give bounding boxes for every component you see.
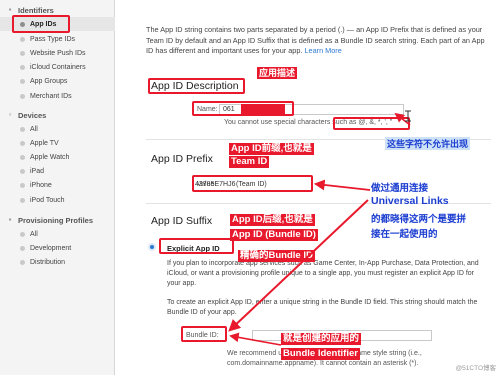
sidebar-item-label: Apple TV (30, 139, 59, 147)
sidebar-item-label: Website Push IDs (30, 49, 86, 57)
annotation-bundle-2: Bundle Identifier (281, 348, 360, 360)
bullet-icon (20, 36, 25, 42)
bundle-id-highlight (181, 326, 227, 342)
annotation-precise: 精确的Bundle ID (238, 250, 315, 262)
section-label: Provisioning Profiles (18, 215, 94, 225)
sidebar-item-label: Apple Watch (30, 153, 70, 161)
sidebar-item-label: iPad (30, 167, 45, 175)
sidebar: ▪ Identifiers App IDs Pass Type IDs Webs… (0, 0, 115, 375)
sidebar-item-development[interactable]: Development (0, 241, 115, 255)
suffix-title: App ID Suffix (151, 215, 213, 227)
bullet-icon (20, 126, 25, 132)
bullet-icon (20, 50, 25, 56)
document-icon: ▪ (8, 215, 12, 224)
sidebar-item-pass-type-ids[interactable]: Pass Type IDs (0, 32, 115, 46)
bullet-icon (20, 168, 25, 174)
annotation-bundle-1: 就是创建的应用的 (281, 333, 362, 345)
sidebar-item-label: iPhone (30, 181, 52, 189)
annotation-prefix-1: App ID前缀,也就是 (229, 143, 314, 155)
profiles-section-header: ▪ Provisioning Profiles (0, 213, 115, 227)
bullet-icon (20, 245, 25, 251)
sidebar-item-ipod-touch[interactable]: iPod Touch (0, 193, 115, 207)
sidebar-item-label: Development (30, 244, 72, 252)
sidebar-item-label: All (30, 230, 38, 238)
app-ids-highlight (12, 15, 70, 33)
sidebar-item-label: Pass Type IDs (30, 35, 76, 43)
special-chars-highlight (333, 117, 410, 130)
id-card-icon: ▪ (8, 5, 12, 14)
bullet-icon (20, 182, 25, 188)
annotation-app-desc: 应用描述 (257, 67, 298, 79)
sidebar-item-label: iPod Touch (30, 196, 65, 204)
team-id-highlight (192, 175, 313, 192)
sidebar-item-label: App Groups (30, 77, 68, 85)
annotation-prefix-2: Team ID (229, 156, 270, 168)
section-label: Identifiers (18, 5, 54, 15)
sidebar-item-iphone[interactable]: iPhone (0, 178, 115, 192)
bullet-icon (20, 197, 25, 203)
sidebar-item-profiles-all[interactable]: All (0, 227, 115, 241)
prefix-title: App ID Prefix (151, 153, 213, 165)
annotation-universal-4: 接在一起使用的 (371, 229, 438, 240)
sidebar-item-merchant-ids[interactable]: Merchant IDs (0, 89, 115, 103)
watermark: @51CTO博客 (455, 365, 496, 372)
sidebar-item-icloud-containers[interactable]: iCloud Containers (0, 60, 115, 74)
annotation-universal-1: 做过通用连接 (371, 183, 429, 194)
learn-more-link[interactable]: Learn More (304, 46, 341, 55)
sidebar-item-label: All (30, 125, 38, 133)
bullet-icon (20, 78, 25, 84)
device-icon: ▫ (8, 110, 12, 119)
section-label: Devices (18, 110, 47, 120)
explicit-description: If you plan to incorporate app services … (167, 260, 479, 287)
bullet-icon (20, 140, 25, 146)
annotation-suffix-1: App ID后缀,也就是 (230, 214, 315, 226)
name-field-highlight (192, 101, 294, 116)
annotation-universal-2: Universal Links (371, 195, 449, 207)
sidebar-item-label: Merchant IDs (30, 92, 72, 100)
bundle-note-2: com.domainname.appname). It cannot conta… (227, 360, 419, 367)
annotation-no-special: 这些字符不允许出现 (385, 137, 471, 150)
bullet-icon (20, 154, 25, 160)
explicit-app-id-highlight (159, 238, 234, 254)
sidebar-item-ipad[interactable]: iPad (0, 164, 115, 178)
radio-selected-icon[interactable] (148, 243, 156, 251)
sidebar-item-label: Distribution (30, 258, 66, 266)
sidebar-item-devices-all[interactable]: All (0, 122, 115, 136)
bullet-icon (20, 64, 25, 70)
annotation-universal-3: 的都晓得这两个是要拼 (371, 214, 467, 225)
sidebar-item-apple-tv[interactable]: Apple TV (0, 136, 115, 150)
sidebar-item-website-push-ids[interactable]: Website Push IDs (0, 46, 115, 60)
bullet-icon (20, 259, 25, 265)
sidebar-item-distribution[interactable]: Distribution (0, 255, 115, 269)
bullet-icon (20, 231, 25, 237)
description-title-highlight (148, 78, 245, 94)
bundle-instructions: To create an explicit App ID, enter a un… (167, 299, 478, 316)
intro-text: The App ID string contains two parts sep… (146, 25, 491, 57)
sidebar-item-apple-watch[interactable]: Apple Watch (0, 150, 115, 164)
sidebar-item-label: iCloud Containers (30, 63, 86, 71)
sidebar-item-app-groups[interactable]: App Groups (0, 74, 115, 88)
annotation-suffix-2: App ID (Bundle ID) (230, 229, 318, 241)
bullet-icon (20, 93, 25, 99)
devices-section-header: ▫ Devices (0, 108, 115, 122)
